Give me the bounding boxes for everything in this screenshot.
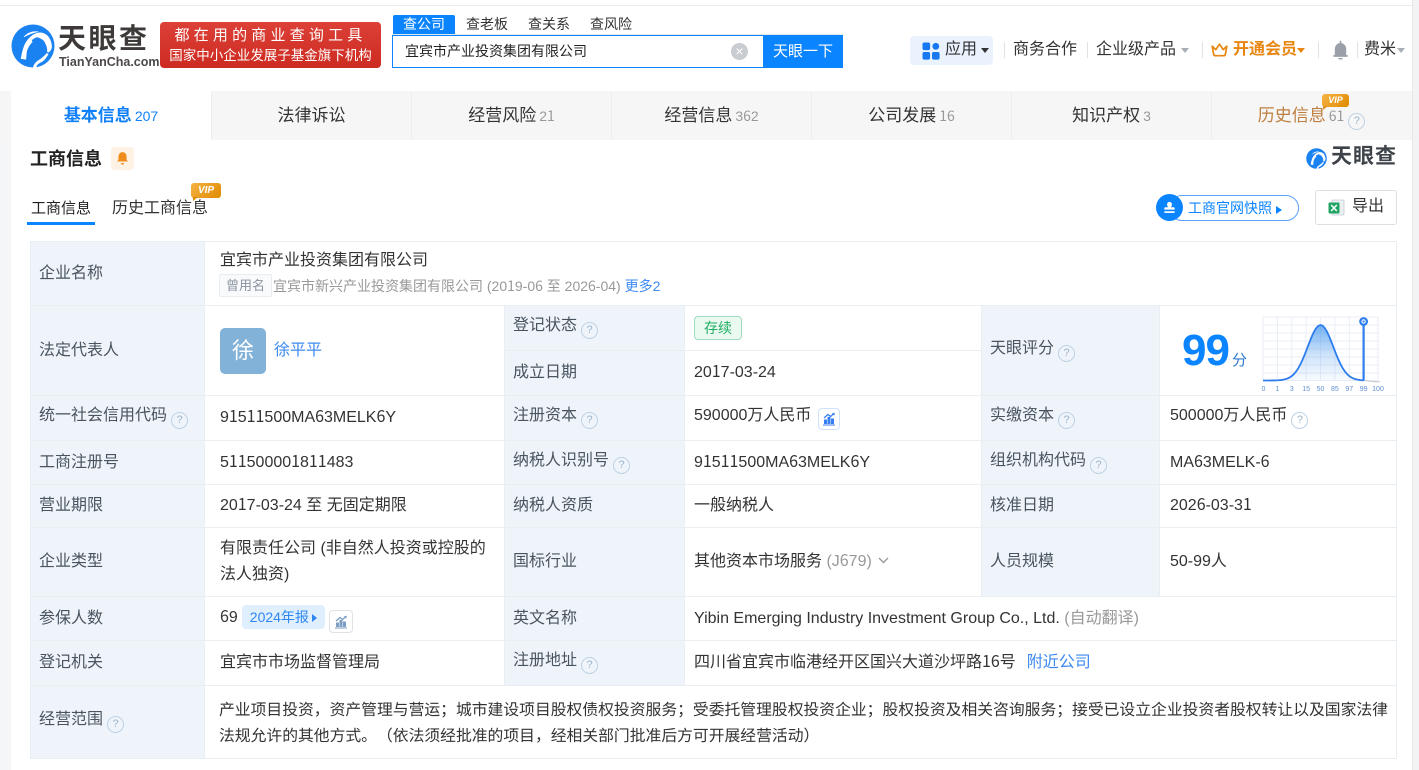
svg-text:99: 99 (1360, 386, 1368, 393)
svg-text:15: 15 (1302, 386, 1310, 393)
svg-text:1: 1 (1275, 386, 1279, 393)
svg-text:85: 85 (1331, 386, 1339, 393)
svg-text:97: 97 (1345, 386, 1353, 393)
svg-text:3: 3 (1290, 386, 1294, 393)
svg-text:0: 0 (1262, 386, 1266, 393)
svg-text:100: 100 (1372, 386, 1384, 393)
svg-text:50: 50 (1317, 386, 1325, 393)
